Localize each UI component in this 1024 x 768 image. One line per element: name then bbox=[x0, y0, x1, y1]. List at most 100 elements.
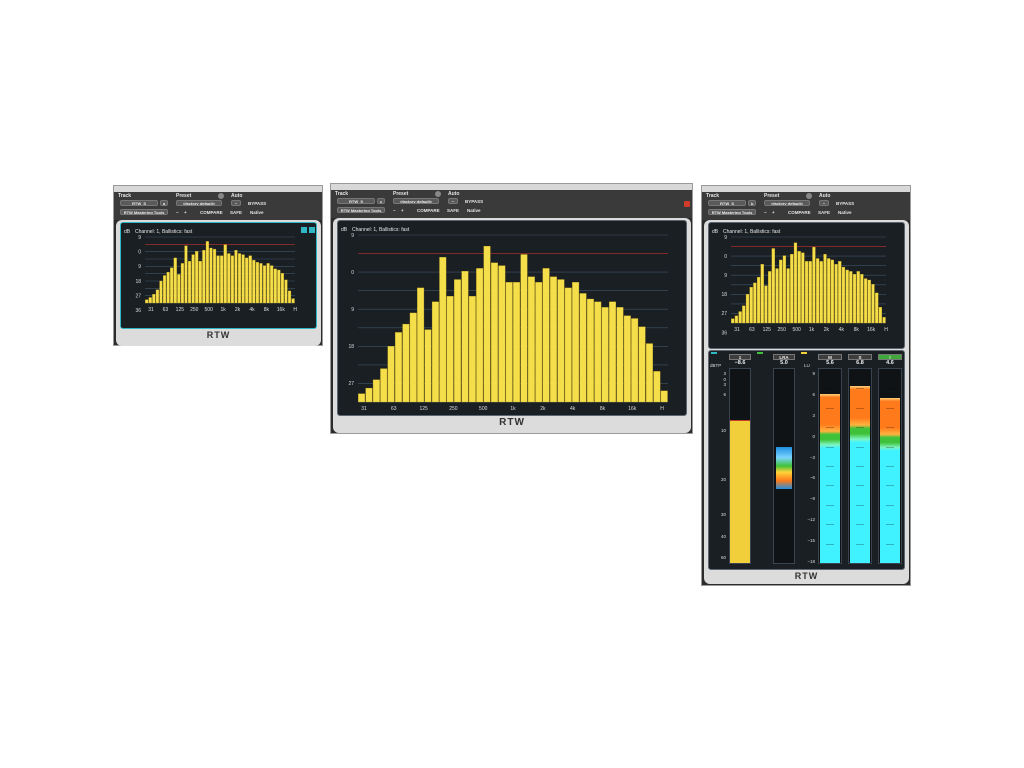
track-suffix[interactable]: a bbox=[160, 200, 168, 206]
rta-x-tick: 4k bbox=[839, 327, 845, 333]
rta-x-tick: 250 bbox=[190, 307, 199, 313]
preset-menu-icon[interactable] bbox=[218, 193, 224, 199]
lra-range-bar bbox=[776, 447, 792, 489]
safe-button[interactable]: SAFE bbox=[230, 210, 242, 215]
preset-selector[interactable]: <factory default> bbox=[764, 200, 810, 206]
rta-band-bar bbox=[198, 261, 202, 304]
track-label: Track bbox=[335, 191, 349, 197]
tp-scale-tick: 3 bbox=[723, 382, 726, 388]
rta-band-bar bbox=[520, 254, 528, 403]
rta-band-bar bbox=[601, 307, 609, 403]
rta-band-bar bbox=[572, 282, 580, 403]
preset-compare-button[interactable]: − bbox=[448, 198, 458, 204]
lu-scale-tick: −15 bbox=[807, 538, 815, 544]
rta-band-bar bbox=[195, 251, 199, 304]
loudness-meter-fill bbox=[820, 394, 840, 563]
preset-compare-button[interactable]: − bbox=[231, 200, 241, 206]
rta-x-tick: 4k bbox=[570, 406, 576, 412]
preset-prev-button[interactable]: − bbox=[764, 210, 767, 215]
bypass-button[interactable]: BYPASS bbox=[836, 201, 854, 206]
rta-y-tick: 9 bbox=[351, 307, 354, 313]
bypass-button[interactable]: BYPASS bbox=[465, 199, 483, 204]
rta-band-bar bbox=[155, 289, 159, 304]
preset-next-button[interactable]: + bbox=[401, 208, 404, 213]
rta-plot: 9 0 9 18 27 36 31 63 125 250 500 1k 2k 4k 8k 16k H bbox=[135, 235, 297, 314]
native-label: Native bbox=[838, 210, 852, 215]
meter-tick bbox=[885, 427, 895, 428]
rta-band-bar bbox=[867, 279, 871, 324]
rta-band-bar bbox=[288, 290, 292, 304]
rta-band-bar bbox=[812, 246, 816, 324]
meter-tick bbox=[855, 446, 865, 448]
plugin-selector[interactable]: RTW Mastering Tools bbox=[120, 209, 168, 215]
loudness-meter-fill bbox=[850, 386, 870, 563]
rta-band-bar bbox=[742, 305, 746, 324]
loudness-panel: 1 −8.6 dBTP 3 0 3 6 10 20 30 40 60 LRA 5.0 LU 96… bbox=[708, 350, 905, 570]
track-label: Track bbox=[118, 193, 132, 199]
rta-x-tick: 16k bbox=[867, 327, 876, 333]
meter-tick bbox=[885, 388, 895, 389]
rta-band-bar bbox=[166, 272, 170, 304]
rta-band-bar bbox=[270, 265, 274, 304]
rta-band-bar bbox=[594, 301, 602, 403]
compare-button[interactable]: COMPARE bbox=[788, 210, 811, 215]
compare-button[interactable]: COMPARE bbox=[417, 208, 440, 213]
close-icon[interactable] bbox=[684, 201, 690, 207]
safe-button[interactable]: SAFE bbox=[447, 208, 459, 213]
rta-band-bar bbox=[823, 254, 827, 324]
preset-selector[interactable]: <factory default> bbox=[176, 200, 222, 206]
rta-y-tick: 9 bbox=[138, 235, 141, 241]
rta-band-bar bbox=[387, 346, 395, 403]
rta-band-bar bbox=[223, 244, 227, 304]
preset-menu-icon[interactable] bbox=[435, 191, 441, 197]
rta-band-bar bbox=[173, 257, 177, 304]
meter-frame: dB Channel: 1, Ballistics: fast 9 0 9 18 27 3… bbox=[704, 220, 909, 584]
compare-button[interactable]: COMPARE bbox=[200, 210, 223, 215]
rta-y-tick: 0 bbox=[351, 270, 354, 276]
lra-meter bbox=[773, 368, 795, 564]
rta-band-bar bbox=[564, 287, 572, 403]
plugin-selector[interactable]: RTW Mastering Tools bbox=[337, 207, 385, 213]
rta-band-bar bbox=[793, 242, 798, 324]
rta-band-bar bbox=[188, 261, 192, 304]
rta-band-bar bbox=[660, 390, 668, 403]
track-selector[interactable]: RTW_S bbox=[708, 200, 746, 206]
preset-prev-button[interactable]: − bbox=[176, 210, 179, 215]
track-suffix[interactable]: c bbox=[377, 198, 385, 204]
rta-band-bar bbox=[527, 276, 535, 403]
tp-scale-tick: 6 bbox=[723, 391, 726, 397]
lu-scale-tick: −3 bbox=[809, 454, 815, 460]
tp-indicator-icon bbox=[711, 352, 717, 354]
rta-band-bar bbox=[768, 271, 772, 324]
preset-label: Preset bbox=[393, 191, 409, 197]
preset-compare-button[interactable]: − bbox=[819, 200, 829, 206]
rta-plot: 9 0 9 18 27 36 31 63 125 250 500 1k 2k 4k 8k 16k H bbox=[721, 235, 888, 337]
lu-scale-tick: 3 bbox=[812, 412, 815, 418]
rta-band-bar bbox=[163, 275, 167, 304]
rta-band-bar bbox=[248, 255, 252, 304]
preset-selector[interactable]: <factory default> bbox=[393, 198, 439, 204]
rta-x-tick: 125 bbox=[176, 307, 185, 313]
rta-band-bar bbox=[779, 259, 783, 324]
rta-y-tick: 27 bbox=[348, 381, 354, 387]
lu-scale-tick: −12 bbox=[807, 517, 815, 523]
safe-button[interactable]: SAFE bbox=[818, 210, 830, 215]
rta-band-bar bbox=[753, 282, 757, 324]
track-selector[interactable]: RTW_S bbox=[337, 198, 375, 204]
rta-band-bar bbox=[280, 273, 284, 304]
meter-tick bbox=[855, 485, 865, 486]
preset-menu-icon[interactable] bbox=[806, 193, 812, 199]
track-selector[interactable]: RTW_S bbox=[120, 200, 158, 206]
meter-tick bbox=[885, 504, 895, 506]
track-suffix[interactable]: b bbox=[748, 200, 756, 206]
bypass-button[interactable]: BYPASS bbox=[248, 201, 266, 206]
i-value: 4.6 bbox=[886, 360, 894, 366]
rta-band-bar bbox=[864, 278, 868, 324]
preset-next-button[interactable]: + bbox=[184, 210, 187, 215]
rta-band-bar bbox=[498, 265, 506, 403]
preset-prev-button[interactable]: − bbox=[393, 208, 396, 213]
preset-next-button[interactable]: + bbox=[772, 210, 775, 215]
rta-band-bar bbox=[395, 332, 402, 403]
plugin-selector[interactable]: RTW Mastering Tools bbox=[708, 209, 756, 215]
rta-band-bar bbox=[170, 267, 174, 304]
